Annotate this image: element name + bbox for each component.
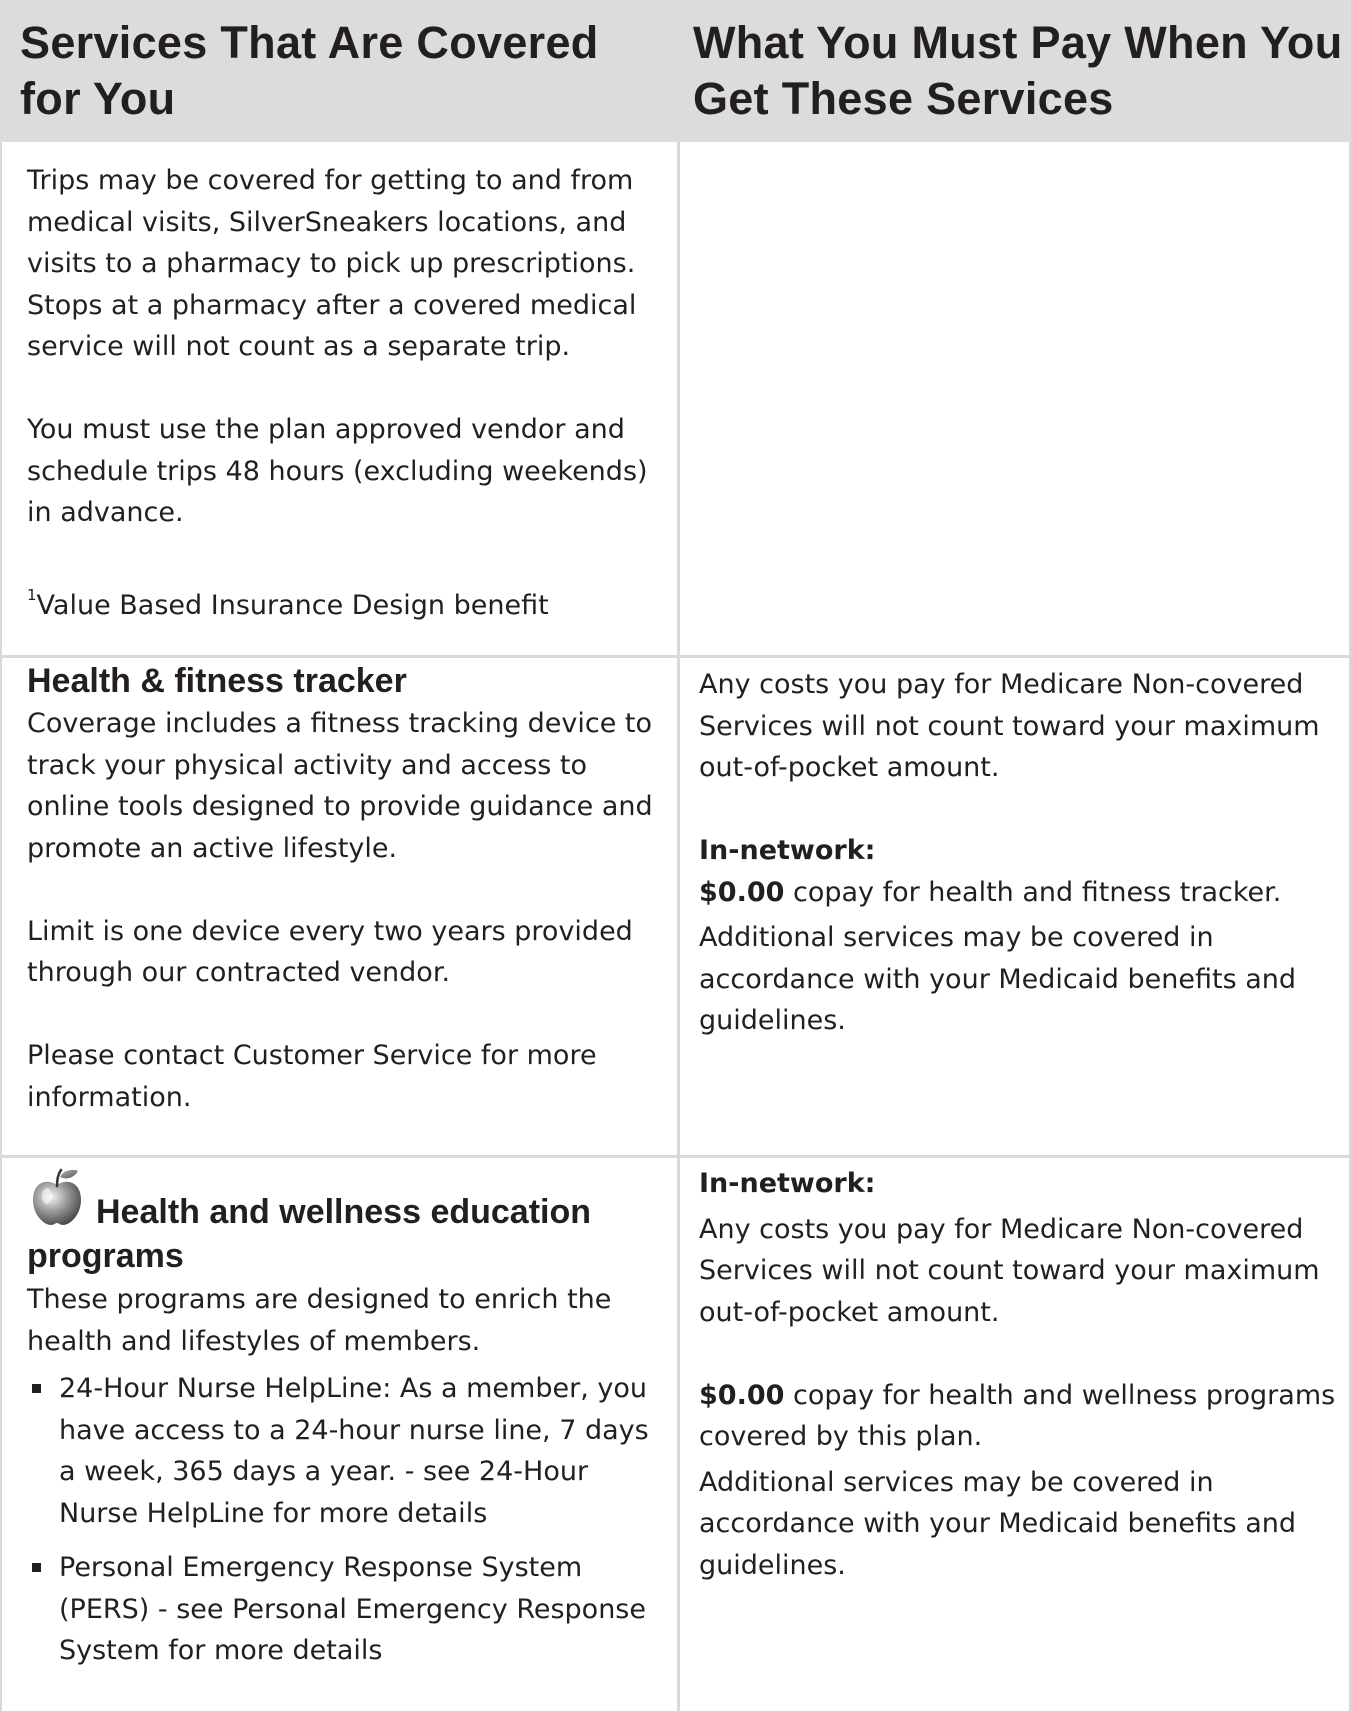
wellness-copay-text: copay for health and wellness programs c… bbox=[699, 1379, 1336, 1453]
fitness-moop-note: Any costs you pay for Medicare Non-cover… bbox=[699, 669, 1320, 783]
bullet-square-icon bbox=[32, 1563, 41, 1572]
row-divider bbox=[0, 1155, 1351, 1158]
fitness-services-cell: Health & fitness tracker Coverage includ… bbox=[27, 659, 672, 1118]
footnote-marker: 1 bbox=[27, 586, 37, 604]
transport-description: Trips may be covered for getting to and … bbox=[27, 165, 637, 362]
column-divider bbox=[677, 142, 680, 1711]
header-services-covered: Services That Are Covered for You bbox=[20, 17, 599, 124]
fitness-description: Coverage includes a fitness tracking dev… bbox=[27, 708, 653, 864]
benefits-table: Services That Are Covered for You What Y… bbox=[0, 0, 1351, 1711]
fitness-cost-cell: Any costs you pay for Medicare Non-cover… bbox=[699, 664, 1339, 1042]
list-item: 24-Hour Nurse HelpLine: As a member, you… bbox=[27, 1368, 672, 1534]
fitness-copay-amount: $0.00 bbox=[699, 876, 785, 908]
wellness-in-network-label: In-network: bbox=[699, 1168, 876, 1199]
table-border-left bbox=[0, 142, 2, 1711]
fitness-copay: $0.00 copay for health and fitness track… bbox=[699, 872, 1339, 914]
wellness-moop-note: Any costs you pay for Medicare Non-cover… bbox=[699, 1213, 1320, 1328]
wellness-medicaid-note: Additional services may be covered in ac… bbox=[699, 1466, 1297, 1581]
header-what-you-pay: What You Must Pay When You Get These Ser… bbox=[693, 17, 1343, 124]
transport-footnote: 1Value Based Insurance Design benefit bbox=[27, 575, 672, 627]
fitness-limit-note: Limit is one device every two years prov… bbox=[27, 915, 633, 989]
wellness-programs-title: Health and wellness education programs bbox=[27, 1193, 592, 1275]
fitness-in-network-label: In-network: bbox=[699, 835, 876, 866]
list-item: Personal Emergency Response System (PERS… bbox=[27, 1547, 672, 1672]
bullet-square-icon bbox=[32, 1384, 41, 1393]
wellness-copay-amount: $0.00 bbox=[699, 1379, 785, 1411]
wellness-copay: $0.00 copay for health and wellness prog… bbox=[699, 1375, 1339, 1458]
wellness-services-cell: Health and wellness education programs T… bbox=[27, 1190, 672, 1685]
wellness-cost-cell: In-network: Any costs you pay for Medica… bbox=[699, 1163, 1339, 1586]
fitness-tracker-title: Health & fitness tracker bbox=[27, 662, 407, 700]
footnote-text: Value Based Insurance Design benefit bbox=[36, 590, 549, 621]
wellness-programs-list: 24-Hour Nurse HelpLine: As a member, you… bbox=[27, 1368, 672, 1672]
row-divider bbox=[0, 655, 1351, 658]
fitness-contact-note: Please contact Customer Service for more… bbox=[27, 1040, 597, 1113]
wellness-intro: These programs are designed to enrich th… bbox=[27, 1284, 612, 1357]
list-item-text: 24-Hour Nurse HelpLine: As a member, you… bbox=[59, 1373, 649, 1529]
fitness-medicaid-note: Additional services may be covered in ac… bbox=[699, 922, 1297, 1036]
transport-scheduling-note: You must use the plan approved vendor an… bbox=[27, 414, 648, 528]
transport-services-cell: Trips may be covered for getting to and … bbox=[27, 160, 672, 627]
fitness-copay-text: copay for health and fitness tracker. bbox=[784, 876, 1282, 908]
list-item-text: Personal Emergency Response System (PERS… bbox=[59, 1552, 646, 1666]
